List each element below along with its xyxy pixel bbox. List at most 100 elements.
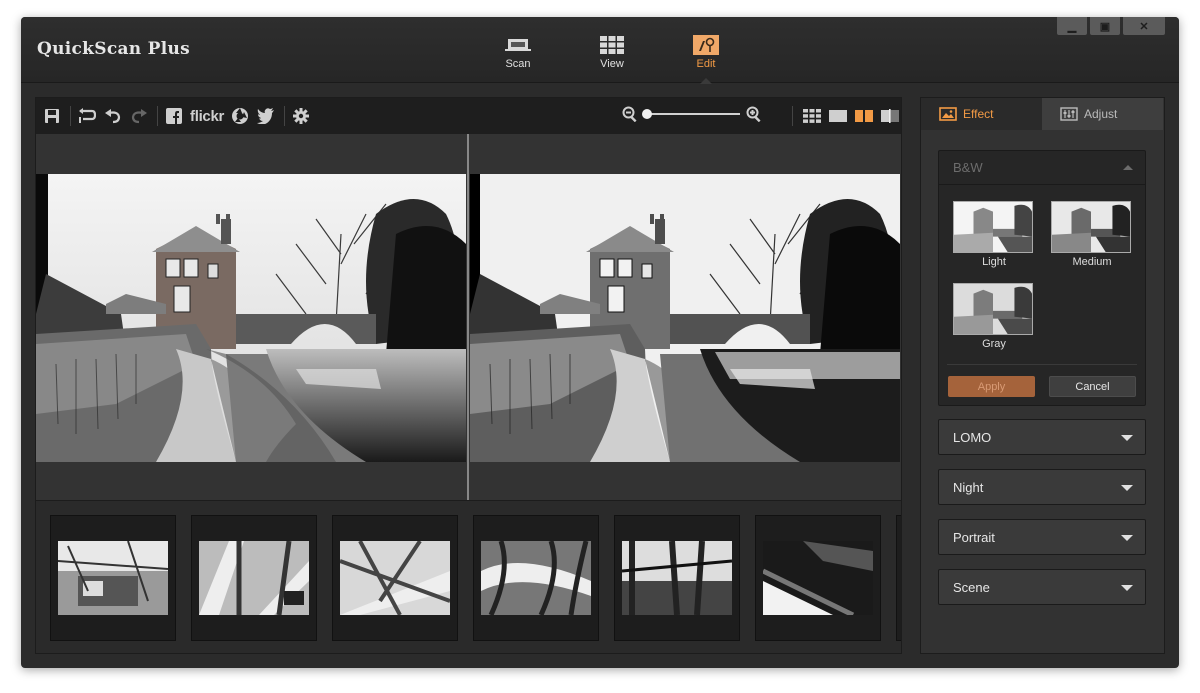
toolbar-divider [792,106,793,126]
app-title: QuickScan Plus [37,39,191,59]
filmstrip-thumbnail[interactable] [191,515,317,641]
redo-button[interactable] [129,106,149,126]
filmstrip-thumbnail[interactable] [896,515,901,641]
sliders-icon [1060,107,1078,121]
title-bar: QuickScan Plus Scan View Edit ▁ ▣ ✕ [21,17,1179,84]
zoom-control [622,106,762,122]
chevron-down-icon [1121,585,1133,591]
redo-icon [131,109,147,124]
bw-group-title: B&W [953,160,983,175]
chevron-down-icon [1121,535,1133,541]
zoom-slider[interactable] [642,109,740,119]
cancel-button[interactable]: Cancel [1049,376,1136,397]
bw-effect-group: B&W Light Medium Gray Apply Cancel [938,150,1146,406]
filmstrip-thumbnail[interactable] [755,515,881,641]
canal-house-photo [36,174,466,462]
preset-light[interactable]: Light [953,201,1035,268]
effect-group-label: Night [953,479,984,495]
canal-house-photo-bw [470,174,900,462]
split-view-icon[interactable] [881,109,899,123]
side-by-side-view-icon[interactable] [855,109,873,123]
tab-adjust-label: Adjust [1084,107,1118,121]
chevron-up-icon [1123,165,1133,170]
minimize-button[interactable]: ▁ [1057,17,1087,35]
filmstrip-thumbnail[interactable] [614,515,740,641]
close-button[interactable]: ✕ [1123,17,1165,35]
preset-medium-label: Medium [1072,256,1112,268]
picasa-share-button[interactable] [230,106,250,126]
mode-tabs: Scan View Edit [471,17,753,84]
tab-view[interactable]: View [565,17,659,83]
thumbnail-image [340,541,450,615]
tab-scan-label: Scan [505,58,531,70]
zoom-out-icon[interactable] [622,106,638,122]
preset-light-thumbnail [953,201,1033,253]
thumbnail-image [481,541,591,615]
image-compare-area [36,134,901,500]
facebook-share-button[interactable] [164,106,184,126]
twitter-icon [257,108,275,124]
preset-gray[interactable]: Gray [953,283,1035,350]
facebook-icon [166,108,182,124]
toolbar-divider [284,106,286,126]
preset-light-label: Light [982,256,1006,268]
effect-group-portrait[interactable]: Portrait [938,519,1146,555]
tab-edit[interactable]: Edit [659,17,753,84]
thumbnail-image [622,541,732,615]
save-button[interactable] [42,106,62,126]
thumbnail-image [58,541,168,615]
maximize-button[interactable]: ▣ [1090,17,1120,35]
revert-icon [79,108,96,123]
tab-edit-label: Edit [696,58,716,70]
revert-button[interactable] [77,106,97,126]
zoom-slider-handle[interactable] [642,109,652,119]
image-icon [939,107,957,121]
editor-panel: flickr [35,97,902,654]
settings-icon [293,108,310,124]
bw-group-header[interactable]: B&W [939,151,1145,185]
editor-toolbar: flickr [36,98,901,134]
grid-view-icon[interactable] [803,109,821,123]
chevron-down-icon [1121,435,1133,441]
edited-image[interactable] [470,174,900,462]
preset-gray-thumbnail [953,283,1033,335]
thumbnail-image [199,541,309,615]
flickr-share-button[interactable]: flickr [190,108,224,125]
effect-group-label: Portrait [953,529,995,545]
twitter-share-button[interactable] [256,106,276,126]
compare-divider[interactable] [467,134,469,500]
effect-group-night[interactable]: Night [938,469,1146,505]
preset-medium[interactable]: Medium [1051,201,1133,268]
tab-adjust[interactable]: Adjust [1042,98,1163,130]
side-tabs: Effect Adjust [921,98,1164,130]
apply-button[interactable]: Apply [948,376,1035,397]
single-view-icon[interactable] [829,109,847,123]
original-image[interactable] [36,174,466,462]
toolbar-divider [70,106,71,126]
preset-medium-thumbnail [1051,201,1131,253]
tab-effect[interactable]: Effect [921,98,1042,130]
chevron-down-icon [1121,485,1133,491]
undo-button[interactable] [103,106,123,126]
filmstrip-thumbnail[interactable] [473,515,599,641]
edit-tools-icon [693,35,719,55]
effect-group-lomo[interactable]: LOMO [938,419,1146,455]
filmstrip [36,500,901,653]
toolbar-divider [157,106,158,126]
filmstrip-thumbnail[interactable] [332,515,458,641]
window-controls: ▁ ▣ ✕ [1057,17,1165,35]
view-mode-switcher [792,106,899,126]
effect-group-label: LOMO [953,429,992,445]
save-icon [45,109,59,123]
settings-button[interactable] [291,106,311,126]
filmstrip-thumbnail[interactable] [50,515,176,641]
grid-icon [600,36,624,54]
effect-group-label: Scene [953,579,990,595]
close-icon: ✕ [1139,20,1149,33]
tab-scan[interactable]: Scan [471,17,565,83]
effect-group-scene[interactable]: Scene [938,569,1146,605]
tab-view-label: View [600,58,624,70]
effects-panel: Effect Adjust B&W Light Medium Gray Appl… [920,97,1165,654]
preset-gray-label: Gray [982,338,1006,350]
zoom-in-icon[interactable] [746,106,762,122]
